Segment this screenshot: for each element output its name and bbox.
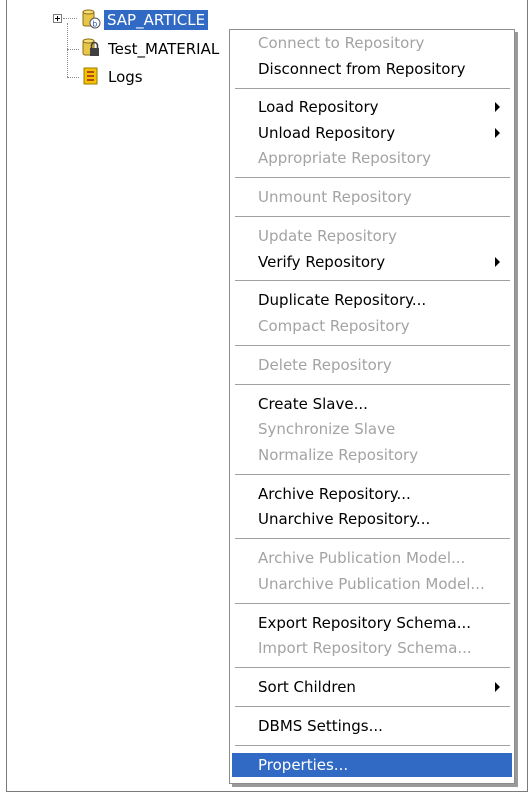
menu-item-dbms-settings[interactable]: DBMS Settings... <box>232 714 512 738</box>
menu-separator <box>235 177 510 178</box>
menu-item-appropriate-repository[interactable]: Appropriate Repository <box>232 146 512 170</box>
menu-separator <box>235 88 510 89</box>
tree-connector-line <box>67 77 79 79</box>
svg-text:b: b <box>92 19 97 28</box>
menu-item-label: Verify Repository <box>258 253 386 271</box>
menu-item-synchronize-slave[interactable]: Synchronize Slave <box>232 417 512 441</box>
context-menu: Connect to Repository Disconnect from Re… <box>229 29 515 784</box>
menu-item-unmount-repository[interactable]: Unmount Repository <box>232 185 512 209</box>
menu-item-create-slave[interactable]: Create Slave... <box>232 392 512 416</box>
menu-item-archive-publication-model[interactable]: Archive Publication Model... <box>232 546 512 570</box>
menu-separator <box>235 538 510 539</box>
repository-icon: b <box>82 9 101 29</box>
menu-separator <box>235 474 510 475</box>
menu-item-properties[interactable]: Properties... <box>232 753 512 777</box>
menu-item-label: Sort Children <box>258 678 356 696</box>
submenu-arrow-icon <box>495 128 500 138</box>
menu-item-label: Load Repository <box>258 98 379 116</box>
menu-separator <box>235 345 510 346</box>
menu-item-unarchive-publication-model[interactable]: Unarchive Publication Model... <box>232 572 512 596</box>
tree-node-label: SAP_ARTICLE <box>104 10 209 30</box>
menu-item-disconnect-from-repository[interactable]: Disconnect from Repository <box>232 57 512 81</box>
submenu-arrow-icon <box>495 102 500 112</box>
menu-separator <box>235 384 510 385</box>
menu-separator <box>235 216 510 217</box>
menu-item-update-repository[interactable]: Update Repository <box>232 224 512 248</box>
menu-item-duplicate-repository[interactable]: Duplicate Repository... <box>232 288 512 312</box>
menu-item-import-repository-schema[interactable]: Import Repository Schema... <box>232 636 512 660</box>
menu-separator <box>235 603 510 604</box>
menu-item-export-repository-schema[interactable]: Export Repository Schema... <box>232 611 512 635</box>
tree-connector-line <box>67 49 79 51</box>
menu-item-delete-repository[interactable]: Delete Repository <box>232 353 512 377</box>
tree-node-label: Test_MATERIAL <box>108 40 220 58</box>
menu-separator <box>235 667 510 668</box>
tree-connector-line <box>63 18 77 20</box>
menu-item-unload-repository[interactable]: Unload Repository <box>232 121 512 145</box>
menu-separator <box>235 745 510 746</box>
menu-item-normalize-repository[interactable]: Normalize Repository <box>232 443 512 467</box>
menu-item-archive-repository[interactable]: Archive Repository... <box>232 482 512 506</box>
menu-separator <box>235 706 510 707</box>
menu-separator <box>235 280 510 281</box>
menu-item-unarchive-repository[interactable]: Unarchive Repository... <box>232 507 512 531</box>
menu-item-compact-repository[interactable]: Compact Repository <box>232 314 512 338</box>
locked-repository-icon <box>82 38 99 56</box>
submenu-arrow-icon <box>495 682 500 692</box>
menu-item-label: Unload Repository <box>258 124 396 142</box>
menu-item-sort-children[interactable]: Sort Children <box>232 675 512 699</box>
tree-node-label: Logs <box>108 68 143 86</box>
menu-item-load-repository[interactable]: Load Repository <box>232 95 512 119</box>
submenu-arrow-icon <box>495 257 500 267</box>
logs-icon <box>83 67 98 85</box>
expand-collapse-icon[interactable] <box>53 14 62 23</box>
menu-item-verify-repository[interactable]: Verify Repository <box>232 250 512 274</box>
menu-item-connect-to-repository[interactable]: Connect to Repository <box>232 31 512 55</box>
